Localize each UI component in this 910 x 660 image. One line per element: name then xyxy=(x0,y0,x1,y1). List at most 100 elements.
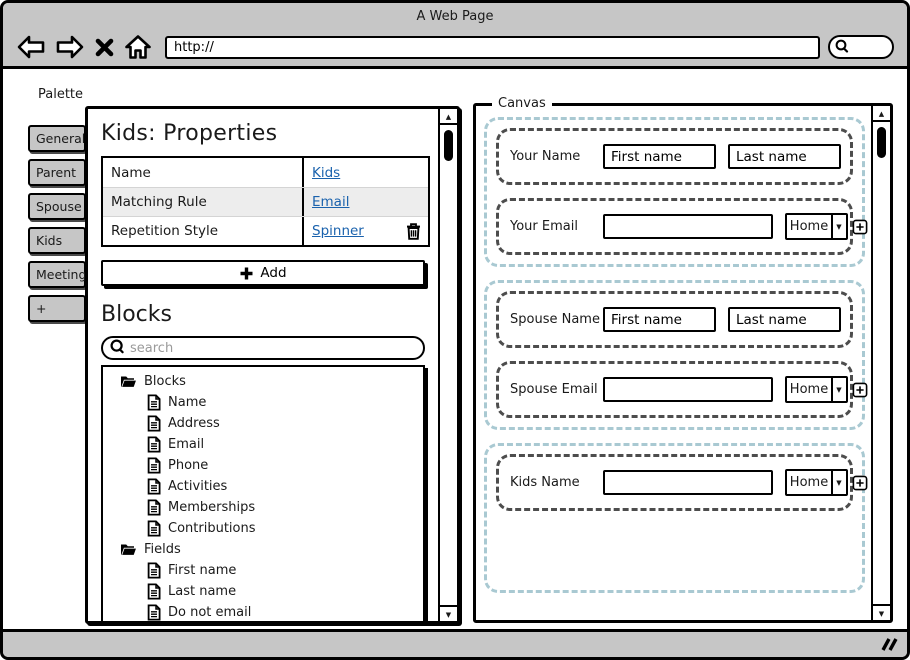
canvas-row-label: Your Email xyxy=(510,219,603,234)
tree-item-label: Activities xyxy=(168,479,227,494)
folder-icon xyxy=(120,375,137,388)
tree-item[interactable]: Phone xyxy=(103,455,423,476)
tree-item[interactable]: Email xyxy=(103,434,423,455)
tree-item[interactable]: Contributions xyxy=(103,518,423,539)
tree-item[interactable]: Blocks xyxy=(103,371,423,392)
document-icon xyxy=(147,520,161,537)
document-icon xyxy=(147,499,161,516)
canvas-row-label: Your Name xyxy=(510,149,603,164)
tree-item-label: Phone xyxy=(168,458,208,473)
chevron-down-icon[interactable]: ▼ xyxy=(831,213,848,240)
browser-toolbar xyxy=(3,28,907,66)
palette-tab-general[interactable]: General xyxy=(28,125,86,152)
tree-item[interactable]: Activities xyxy=(103,476,423,497)
search-input[interactable] xyxy=(130,341,423,356)
tree-item[interactable]: Name xyxy=(103,392,423,413)
scroll-down-icon[interactable]: ▼ xyxy=(873,604,890,620)
url-input[interactable] xyxy=(165,36,820,59)
add-field-icon[interactable] xyxy=(852,475,868,491)
property-value-cell: Email xyxy=(302,188,428,216)
property-value-link[interactable]: Spinner xyxy=(312,223,364,239)
canvas-scrollbar[interactable]: ▲ ▼ xyxy=(871,106,890,620)
blocks-title: Blocks xyxy=(101,302,430,327)
browser-search-field[interactable] xyxy=(828,35,894,59)
dropdown[interactable]: Home ▼ xyxy=(785,213,848,240)
document-icon xyxy=(147,457,161,474)
property-label: Name xyxy=(103,158,302,187)
home-icon[interactable] xyxy=(124,34,152,60)
plus-icon xyxy=(239,266,254,281)
tree-item[interactable]: Memberships xyxy=(103,497,423,518)
scroll-thumb[interactable] xyxy=(444,130,453,161)
tree-item-label: Contributions xyxy=(168,521,256,536)
scroll-up-icon[interactable]: ▲ xyxy=(440,109,457,125)
properties-table: Name Kids Matching Rule Email Repetition… xyxy=(101,156,430,247)
canvas-group[interactable]: Your Name Your Email Home ▼ xyxy=(484,117,865,267)
canvas-row[interactable]: Spouse Name xyxy=(496,291,853,348)
back-icon[interactable] xyxy=(16,34,46,60)
property-row: Matching Rule Email xyxy=(103,187,428,216)
text-input[interactable] xyxy=(728,307,841,332)
canvas-row[interactable]: Your Name xyxy=(496,128,853,185)
canvas-group[interactable]: Spouse Name Spouse Email Home ▼ xyxy=(484,280,865,430)
chevron-down-icon[interactable]: ▼ xyxy=(831,469,848,496)
document-icon xyxy=(147,436,161,453)
palette-tab-parent[interactable]: Parent xyxy=(28,159,86,186)
canvas-group[interactable]: Kids Name Home ▼ xyxy=(484,443,865,593)
scroll-down-icon[interactable]: ▼ xyxy=(440,605,457,621)
palette-tab-spouse[interactable]: Spouse xyxy=(28,193,86,220)
canvas-row[interactable]: Your Email Home ▼ xyxy=(496,198,853,255)
text-input[interactable] xyxy=(603,144,716,169)
property-value-link[interactable]: Email xyxy=(312,194,349,210)
canvas-row[interactable]: Spouse Email Home ▼ xyxy=(496,361,853,418)
dropdown-value: Home xyxy=(785,469,833,496)
scroll-thumb[interactable] xyxy=(877,127,886,158)
resize-grip-icon[interactable] xyxy=(881,637,898,656)
canvas-panel: Canvas Your Name Your Email Home ▼ Spous… xyxy=(473,103,893,623)
tree-item-label: Email xyxy=(168,437,204,452)
tree-item[interactable]: First name xyxy=(103,560,423,581)
canvas-content: Your Name Your Email Home ▼ Spouse Name … xyxy=(476,106,871,620)
blocks-search-field[interactable] xyxy=(101,336,425,360)
dropdown[interactable]: Home ▼ xyxy=(785,376,848,403)
add-field-icon[interactable] xyxy=(852,382,868,398)
tree-item[interactable]: Address xyxy=(103,413,423,434)
canvas-row[interactable]: Kids Name Home ▼ xyxy=(496,454,853,511)
browser-chrome: A Web Page xyxy=(3,3,907,69)
tree-item-label: Name xyxy=(168,395,206,410)
chevron-down-icon[interactable]: ▼ xyxy=(831,376,848,403)
properties-panel-content: Kids: Properties Name Kids Matching Rule… xyxy=(88,109,438,621)
tree-item-label: First name xyxy=(168,563,236,578)
scroll-up-icon[interactable]: ▲ xyxy=(873,106,890,122)
document-icon xyxy=(147,415,161,432)
add-button[interactable]: Add xyxy=(101,260,425,286)
document-icon xyxy=(147,478,161,495)
browser-window: A Web Page Palette GeneralParentSpous xyxy=(0,0,910,660)
dropdown-value: Home xyxy=(785,376,833,403)
forward-icon[interactable] xyxy=(55,34,85,60)
left-scrollbar[interactable]: ▲ ▼ xyxy=(438,109,457,621)
trash-icon[interactable] xyxy=(406,223,421,244)
text-input[interactable] xyxy=(603,470,773,495)
text-input[interactable] xyxy=(728,144,841,169)
property-label: Matching Rule xyxy=(103,188,302,216)
property-value-link[interactable]: Kids xyxy=(312,165,340,181)
property-value-cell: Spinner xyxy=(302,217,428,245)
palette-tab-meeting[interactable]: Meeting xyxy=(28,261,86,288)
property-value-cell: Kids xyxy=(302,158,428,187)
text-input[interactable] xyxy=(603,307,716,332)
close-icon[interactable] xyxy=(94,37,115,58)
dropdown[interactable]: Home ▼ xyxy=(785,469,848,496)
palette-tab-add[interactable]: + xyxy=(28,295,86,322)
tree-item[interactable]: Fields xyxy=(103,539,423,560)
add-field-icon[interactable] xyxy=(852,219,868,235)
status-bar xyxy=(3,629,907,657)
dropdown-value: Home xyxy=(785,213,833,240)
palette-tab-kids[interactable]: Kids xyxy=(28,227,86,254)
search-icon xyxy=(835,38,849,57)
canvas-row-label: Spouse Email xyxy=(510,382,603,397)
tree-item[interactable]: Do not email xyxy=(103,602,423,621)
text-input[interactable] xyxy=(603,377,773,402)
text-input[interactable] xyxy=(603,214,773,239)
tree-item[interactable]: Last name xyxy=(103,581,423,602)
